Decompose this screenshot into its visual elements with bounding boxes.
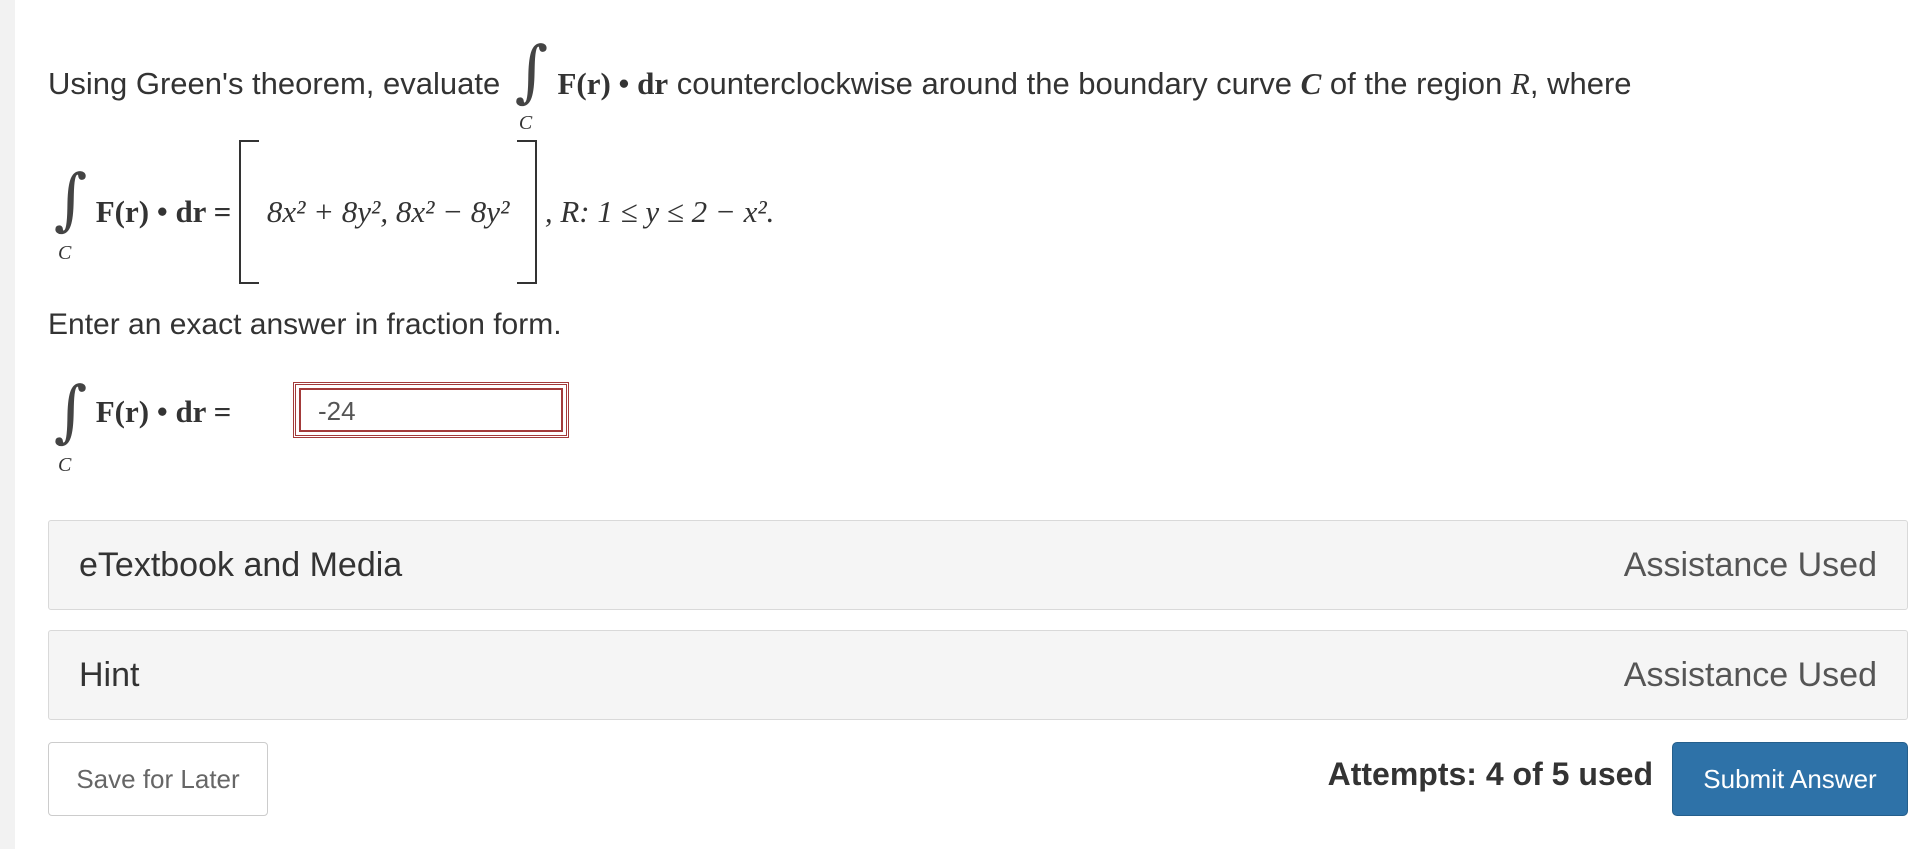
submit-answer-button[interactable]: Submit Answer xyxy=(1672,742,1908,816)
hint-panel[interactable]: Hint Assistance Used xyxy=(48,630,1908,720)
question-middle: counterclockwise around the boundary cur… xyxy=(676,66,1292,101)
answer-row: ∫ C F(r) • dr = -24 xyxy=(48,373,569,484)
answer-input[interactable]: -24 xyxy=(293,382,569,438)
integral-symbol: ∫ C xyxy=(514,33,549,134)
right-bracket xyxy=(517,140,538,284)
definition-row: ∫ C F(r) • dr = 8x² + 8y², 8x² − 8y² , R… xyxy=(48,140,774,290)
definition-lhs: F(r) • dr = xyxy=(95,194,232,229)
panel-status: Assistance Used xyxy=(1623,545,1877,584)
panel-status: Assistance Used xyxy=(1623,655,1877,694)
question-where: , where xyxy=(1529,66,1632,101)
integral-symbol: ∫ C xyxy=(54,373,88,476)
integral-subscript: C xyxy=(518,112,533,134)
question-text: Using Green's theorem, evaluate ∫ C F(r)… xyxy=(48,33,1632,144)
save-for-later-button[interactable]: Save for Later xyxy=(48,742,268,816)
question-of-region: of the region xyxy=(1329,66,1503,101)
etextbook-panel[interactable]: eTextbook and Media Assistance Used xyxy=(48,520,1908,610)
question-region: R xyxy=(1510,66,1530,101)
page-left-edge xyxy=(0,0,15,849)
integral-symbol: ∫ C xyxy=(54,161,88,264)
attempts-counter: Attempts: 4 of 5 used xyxy=(1327,756,1653,792)
question-intro: Using Green's theorem, evaluate xyxy=(48,66,501,101)
vector-field: 8x² + 8y², 8x² − 8y² xyxy=(266,194,510,229)
left-bracket xyxy=(239,140,260,284)
instruction-text: Enter an exact answer in fraction form. xyxy=(48,308,562,341)
region-definition: , R: 1 ≤ y ≤ 2 − x². xyxy=(544,194,775,229)
answer-lhs: F(r) • dr = xyxy=(95,394,232,429)
question-integrand: F(r) • dr xyxy=(557,66,669,101)
panel-title: Hint xyxy=(79,655,140,694)
question-curve: C xyxy=(1300,66,1322,101)
panel-title: eTextbook and Media xyxy=(79,545,403,584)
